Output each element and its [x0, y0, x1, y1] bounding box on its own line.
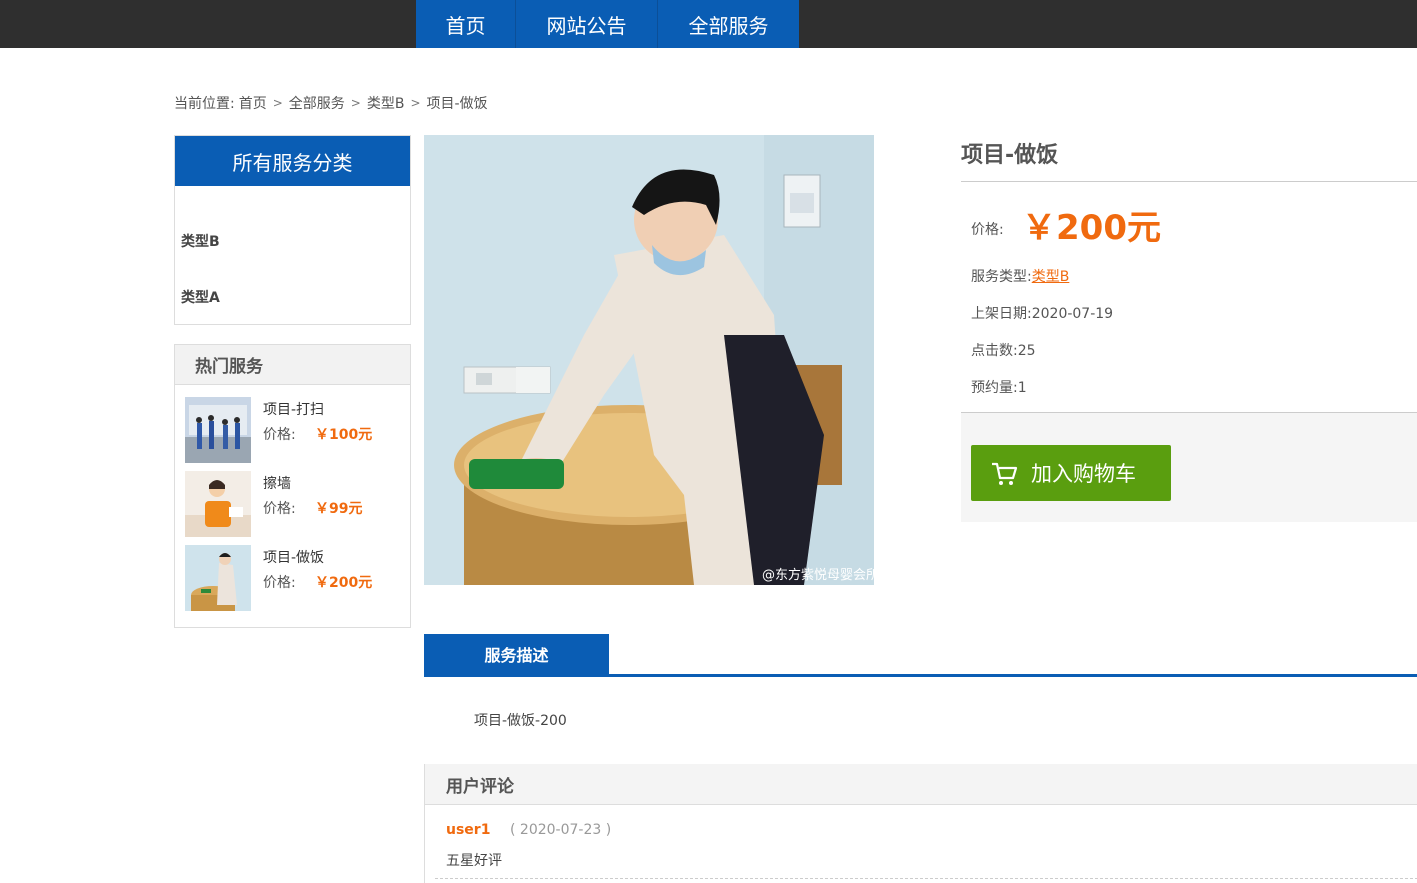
breadcrumb-link-all-services[interactable]: 全部服务 [289, 93, 345, 113]
cart-icon [992, 462, 1018, 485]
comment-date: ( 2020-07-23 ) [510, 822, 612, 838]
comments-panel: 用户评论 user1 ( 2020-07-23 ) 五星好评 [424, 764, 1417, 883]
bookings-label: 预约量: [971, 380, 1018, 396]
hot-service-thumbnail[interactable] [185, 471, 251, 537]
hot-service-name[interactable]: 项目-做饭 [263, 547, 324, 567]
category-panel: 所有服务分类 类型B 类型A [174, 135, 411, 325]
image-watermark: @东方紫悦母婴会所 [762, 567, 874, 583]
description-text: 项目-做饭-200 [474, 713, 567, 729]
date-value: 2020-07-19 [1031, 306, 1114, 322]
tab-description[interactable]: 服务描述 [424, 634, 609, 674]
breadcrumb-current: 项目-做饭 [426, 96, 488, 112]
add-to-cart-label: 加入购物车 [1031, 462, 1136, 486]
product-image: @东方紫悦母婴会所 [424, 135, 874, 585]
divider [961, 181, 1417, 182]
service-type-label: 服务类型: [971, 269, 1032, 285]
comment-text: 五星好评 [446, 853, 502, 869]
breadcrumb-prefix: 当前位置: [174, 96, 235, 112]
chevron-right-icon: > [350, 96, 361, 110]
breadcrumb-link-home[interactable]: 首页 [239, 93, 267, 113]
clicks-label: 点击数: [971, 343, 1018, 359]
hot-service-price: ￥99元 [315, 501, 363, 517]
chevron-right-icon: > [272, 96, 283, 110]
top-bar: 首页 网站公告 全部服务 [0, 0, 1417, 48]
hot-service-price: ￥100元 [315, 427, 373, 443]
nav-item-announcements[interactable]: 网站公告 [516, 0, 658, 48]
hot-service-item[interactable]: 擦墙 价格: ￥99元 [185, 471, 400, 537]
add-to-cart-button[interactable]: 加入购物车 [971, 445, 1171, 501]
service-type-link[interactable]: 类型B [1032, 269, 1070, 285]
hot-services-panel: 热门服务 项目-打扫 价格: ￥100元 擦墙 价格: ￥99元 项目-做饭 价… [174, 344, 411, 628]
product-title: 项目-做饭 [961, 143, 1059, 168]
tab-underline [424, 674, 1417, 677]
chevron-right-icon: > [410, 96, 421, 110]
hot-services-title: 热门服务 [175, 345, 410, 385]
hot-service-price: ￥200元 [315, 575, 373, 591]
hot-service-thumbnail[interactable] [185, 545, 251, 611]
breadcrumb: 当前位置: 首页 > 全部服务 > 类型B > 项目-做饭 [174, 93, 488, 113]
category-panel-title: 所有服务分类 [175, 136, 410, 186]
hot-service-price-label: 价格: [263, 427, 296, 443]
hot-service-thumbnail[interactable] [185, 397, 251, 463]
category-link-type-b[interactable]: 类型B [181, 231, 220, 251]
main-nav: 首页 网站公告 全部服务 [416, 0, 799, 48]
bookings-value: 1 [1017, 380, 1027, 396]
product-price: ￥200元 [1022, 208, 1161, 248]
comments-title: 用户评论 [425, 764, 1417, 805]
date-label: 上架日期: [971, 306, 1032, 322]
divider [435, 878, 1417, 879]
cart-area: 加入购物车 [961, 412, 1417, 522]
clicks-value: 25 [1017, 343, 1036, 359]
hot-service-price-label: 价格: [263, 501, 296, 517]
hot-service-item[interactable]: 项目-做饭 价格: ￥200元 [185, 545, 400, 611]
service-type-row: 服务类型:类型B [971, 266, 1069, 286]
category-link-type-a[interactable]: 类型A [181, 287, 220, 307]
hot-service-name[interactable]: 项目-打扫 [263, 399, 324, 419]
price-label: 价格: [971, 222, 1004, 238]
breadcrumb-link-category[interactable]: 类型B [367, 93, 405, 113]
comment-user: user1 [446, 822, 491, 838]
clicks-row: 点击数:25 [971, 340, 1036, 360]
hot-service-price-label: 价格: [263, 575, 296, 591]
hot-service-item[interactable]: 项目-打扫 价格: ￥100元 [185, 397, 400, 463]
nav-item-home[interactable]: 首页 [416, 0, 516, 48]
nav-item-all-services[interactable]: 全部服务 [658, 0, 799, 48]
hot-service-name[interactable]: 擦墙 [263, 473, 291, 493]
date-row: 上架日期:2020-07-19 [971, 303, 1113, 323]
bookings-row: 预约量:1 [971, 377, 1027, 397]
